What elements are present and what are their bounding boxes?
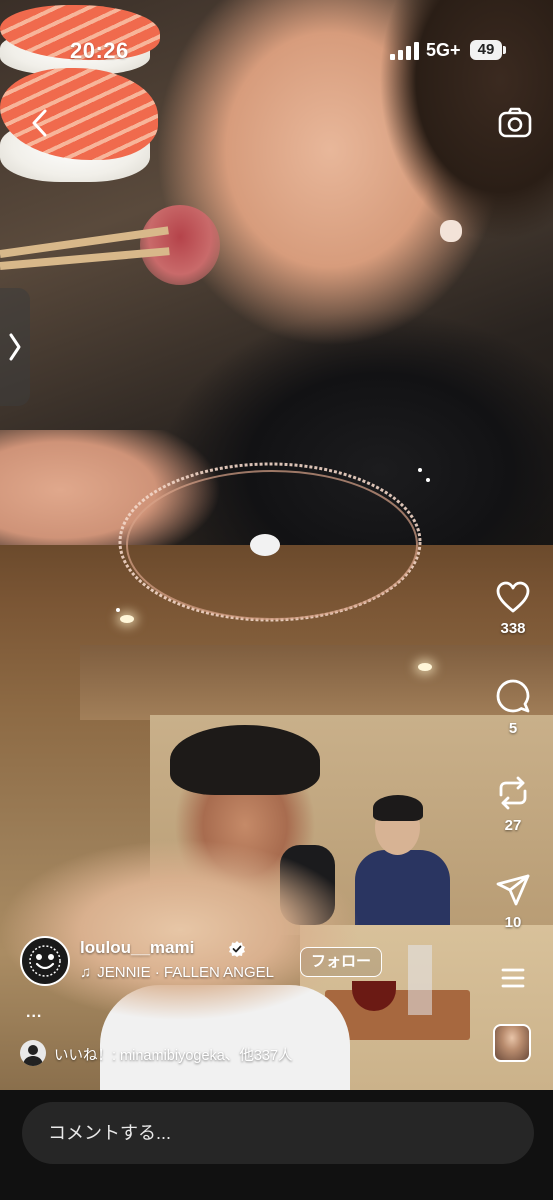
verified-badge-icon	[229, 941, 245, 957]
status-time: 20:26	[70, 38, 129, 63]
camera-icon	[498, 107, 532, 138]
music-title: JENNIE · FALLEN ANGEL	[97, 964, 274, 981]
reel-author: loulou__mami ♫ JENNIE · FALLEN ANGEL フォロー	[20, 936, 440, 992]
like-count: 338	[500, 620, 526, 637]
chevron-left-icon	[32, 109, 47, 137]
music-info[interactable]: ♫ JENNIE · FALLEN ANGEL	[80, 964, 274, 981]
smiley-avatar-icon	[29, 945, 61, 977]
video-mouth	[140, 205, 220, 285]
more-button[interactable]	[497, 965, 529, 991]
camera-button[interactable]	[497, 105, 533, 141]
avatar[interactable]	[20, 936, 70, 986]
video-earring	[440, 220, 462, 242]
video-ceiling	[80, 645, 553, 720]
video-ceiling-light	[418, 663, 432, 671]
network-type: 5G+	[426, 40, 461, 60]
comment-count: 5	[508, 720, 518, 737]
caption-more[interactable]: ...	[26, 1004, 42, 1022]
paper-plane-icon	[496, 874, 530, 906]
video-person-hair	[170, 725, 320, 795]
comment-bar: コメントする...	[0, 1090, 553, 1200]
likes-text: いいね！: minamibiyogeka、他337人	[54, 1048, 293, 1064]
reel-video[interactable]	[0, 0, 553, 1090]
liker-avatar	[20, 1040, 46, 1066]
repost-button[interactable]: 27	[487, 775, 539, 834]
heart-icon	[496, 581, 530, 613]
like-button[interactable]: 338	[487, 580, 539, 637]
battery-icon: 49	[470, 40, 502, 60]
repost-icon	[499, 776, 527, 810]
share-count: 10	[504, 914, 522, 931]
video-person-hair	[373, 795, 423, 821]
comment-bubble-icon	[496, 679, 530, 713]
chevron-right-icon	[9, 333, 21, 361]
follow-button[interactable]: フォロー	[300, 947, 383, 977]
music-note-icon: ♫	[80, 964, 92, 981]
more-icon	[501, 968, 525, 988]
back-button[interactable]	[26, 108, 54, 138]
battery-tip	[503, 46, 506, 54]
comment-button[interactable]: 5	[487, 678, 539, 737]
repost-count: 27	[504, 817, 522, 834]
comment-input[interactable]: コメントする...	[22, 1102, 534, 1164]
audio-thumbnail[interactable]	[493, 1024, 531, 1062]
username[interactable]: loulou__mami	[80, 938, 194, 958]
side-panel-tab[interactable]	[0, 288, 30, 406]
status-bar: 20:26 5G+ 49	[0, 0, 553, 100]
share-button[interactable]: 10	[487, 872, 539, 931]
signal-icon	[390, 42, 420, 60]
sticker-dot	[250, 534, 280, 556]
